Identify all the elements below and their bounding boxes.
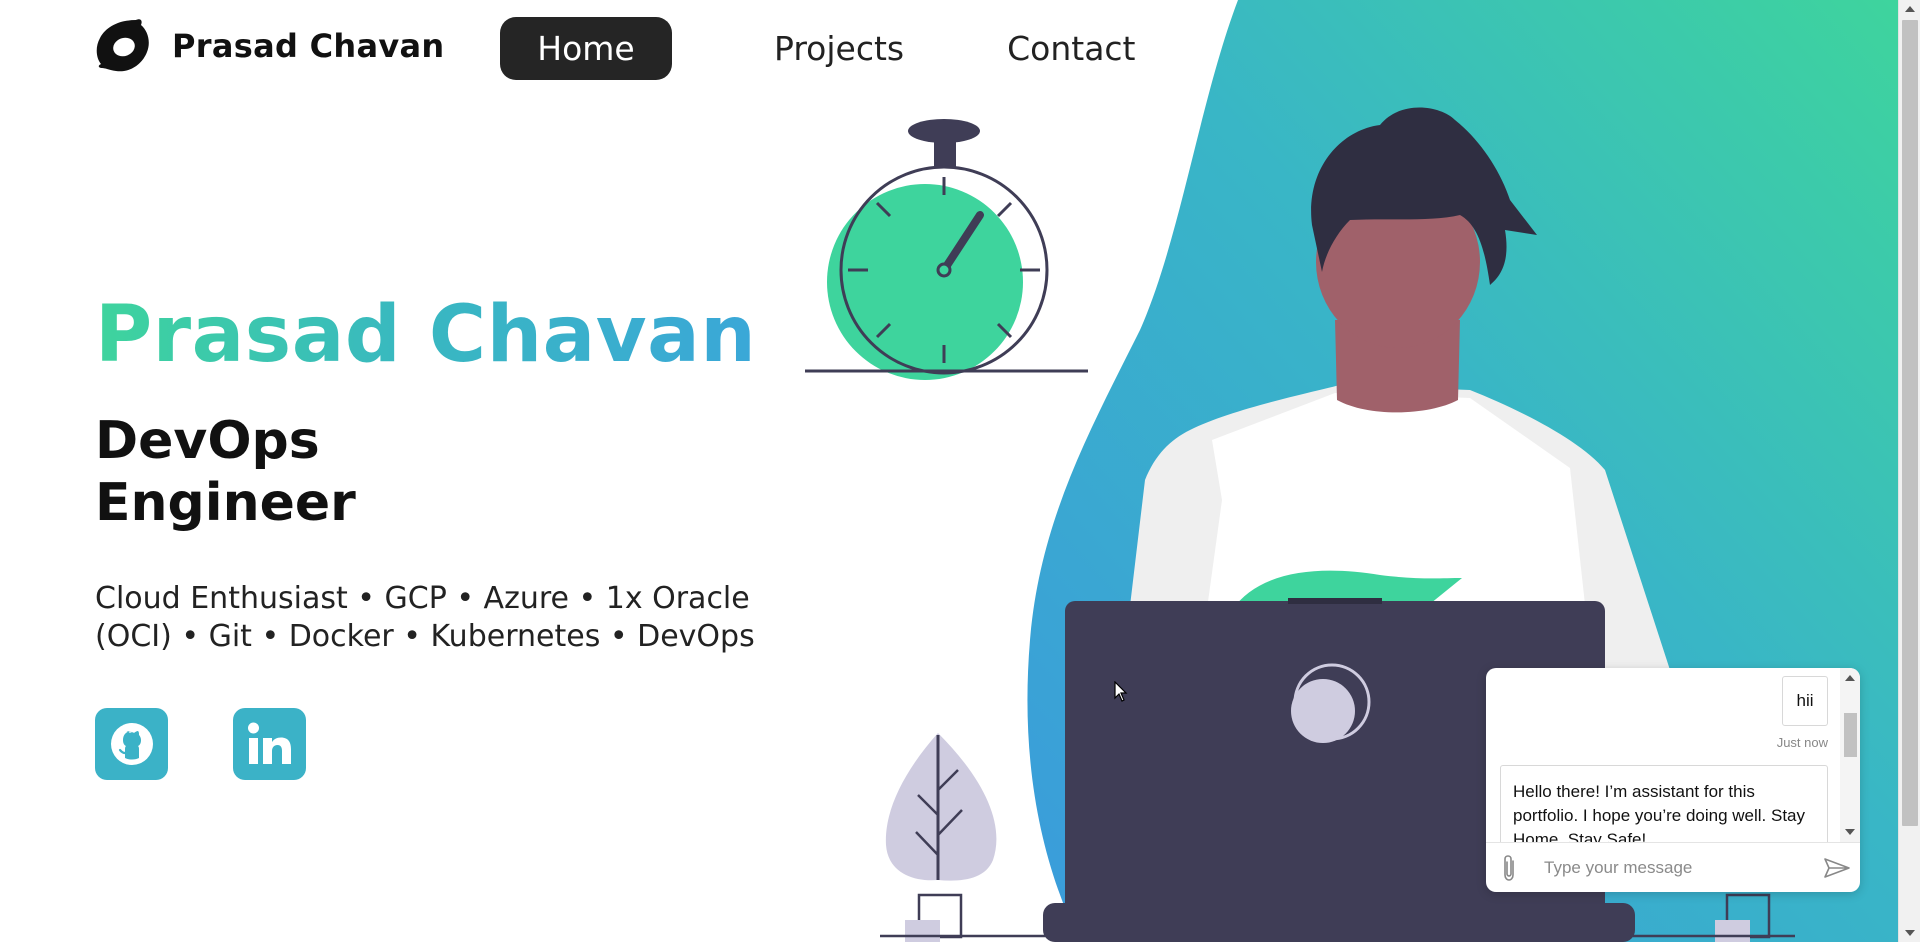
paperclip-icon — [1504, 854, 1514, 881]
linkedin-icon — [247, 722, 291, 764]
mouse-cursor-icon — [1114, 681, 1128, 702]
hero-role: DevOps Engineer — [95, 410, 356, 534]
hero-tagline-line1: Cloud Enthusiast • GCP • Azure • 1x Orac… — [95, 581, 750, 616]
hero-tagline: Cloud Enthusiast • GCP • Azure • 1x Orac… — [95, 580, 775, 656]
chat-message-input[interactable] — [1532, 849, 1814, 886]
page-scrollbar[interactable] — [1898, 0, 1920, 942]
plant-illustration — [885, 733, 997, 881]
github-link[interactable] — [95, 708, 168, 780]
chat-scrollbar[interactable] — [1840, 668, 1860, 842]
bot-message: Hello there! I’m assistant for this port… — [1500, 765, 1828, 842]
send-icon — [1824, 857, 1850, 878]
chat-scrollbar-thumb[interactable] — [1844, 713, 1857, 757]
page-scroll-down-icon[interactable] — [1905, 930, 1915, 936]
github-icon — [110, 723, 153, 765]
page-scrollbar-thumb[interactable] — [1902, 20, 1918, 826]
linkedin-link[interactable] — [233, 708, 306, 780]
hero-tagline-line2: (OCI) • Git • Docker • Kubernetes • DevO… — [95, 619, 755, 654]
nav-home[interactable]: Home — [500, 17, 672, 80]
page-scroll-up-icon[interactable] — [1905, 6, 1915, 12]
nav-contact[interactable]: Contact — [1007, 29, 1135, 68]
hero-role-line1: DevOps — [95, 411, 320, 471]
message-timestamp: Just now — [1776, 735, 1828, 750]
scroll-up-arrow-icon[interactable] — [1845, 675, 1855, 681]
send-button[interactable] — [1814, 843, 1860, 893]
chat-widget: hii Just now Hello there! I’m assistant … — [1486, 668, 1860, 892]
user-message: hii — [1782, 676, 1828, 726]
scroll-down-arrow-icon[interactable] — [1845, 829, 1855, 835]
stopwatch-illustration — [805, 119, 1088, 380]
attach-button[interactable] — [1486, 843, 1532, 893]
hero-name: Prasad Chavan — [95, 290, 757, 380]
main-nav: Home Projects Contact — [500, 17, 1136, 80]
chat-messages[interactable]: hii Just now Hello there! I’m assistant … — [1486, 668, 1860, 842]
brand[interactable]: Prasad Chavan — [96, 16, 445, 76]
nav-projects[interactable]: Projects — [774, 29, 904, 68]
hero-role-line2: Engineer — [95, 473, 356, 533]
brand-name: Prasad Chavan — [172, 27, 445, 65]
chat-input-row — [1486, 842, 1860, 892]
swirl-logo-icon — [96, 19, 149, 72]
